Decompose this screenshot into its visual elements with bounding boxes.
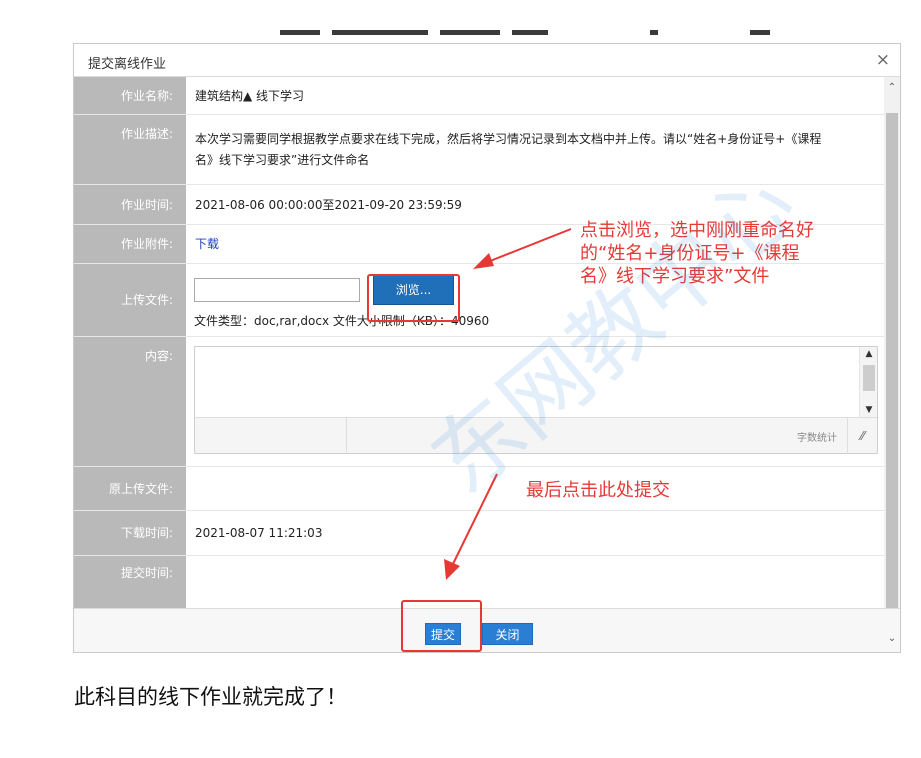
submit-arrow-head bbox=[444, 559, 460, 580]
browse-arrow-head bbox=[473, 253, 494, 269]
submit-annotation: 最后点击此处提交 bbox=[526, 480, 670, 501]
caption-text: 此科目的线下作业就完成了！ bbox=[74, 685, 347, 709]
browse-arrow-line bbox=[484, 228, 572, 264]
